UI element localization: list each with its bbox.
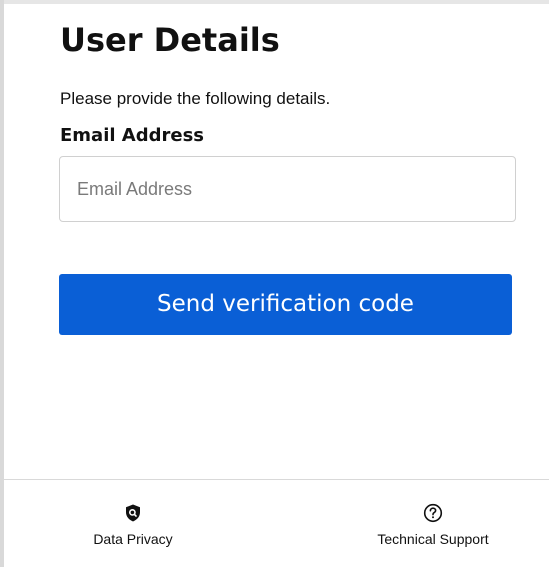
shield-icon — [126, 504, 140, 522]
user-details-panel: User Details Please provide the followin… — [0, 0, 549, 567]
footer-link-technical-support[interactable]: Technical Support — [366, 503, 500, 547]
footer-link-label: Technical Support — [377, 531, 489, 547]
footer-divider — [0, 479, 549, 480]
footer-link-data-privacy[interactable]: Data Privacy — [80, 503, 186, 547]
email-input[interactable] — [59, 156, 516, 222]
help-circle-icon — [423, 503, 443, 523]
left-border — [0, 0, 4, 567]
form-instructions: Please provide the following details. — [60, 89, 331, 108]
page-title: User Details — [60, 21, 280, 59]
footer-link-label: Data Privacy — [93, 531, 173, 547]
top-border — [0, 0, 549, 4]
email-label: Email Address — [60, 125, 205, 146]
send-verification-code-button[interactable]: Send verification code — [59, 274, 512, 335]
